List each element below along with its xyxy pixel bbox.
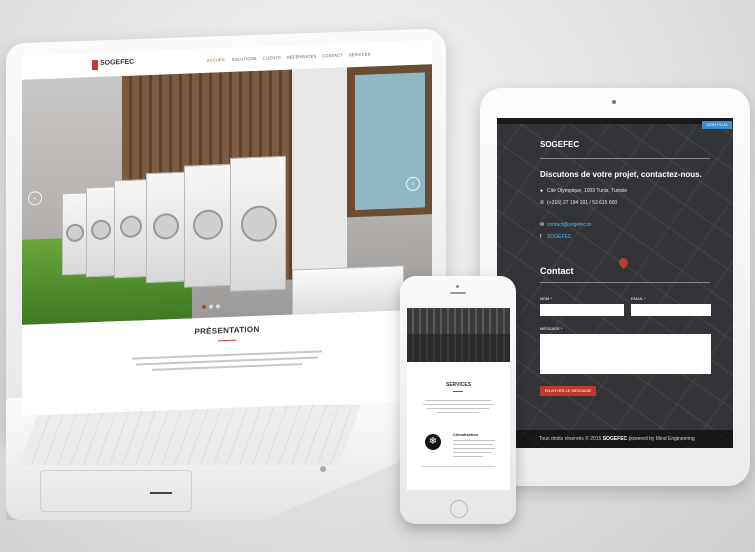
services-text-line [427,408,489,409]
service-text-line [453,456,483,457]
hero-outdoor-unit [292,265,404,317]
services-text-line [437,412,479,413]
contact-facebook[interactable]: f SOGEFEC [540,234,571,240]
tablet-camera [612,100,616,104]
name-label: NOM * [540,296,552,301]
laptop-screen: SOGEFEC ACCUEIL SOLUTIONS CLIENTS RÉFÉRE… [22,40,432,416]
contact-form-divider [540,282,710,283]
logo-mark [92,59,98,71]
presentation-text-line [152,363,302,371]
hero-slider: ‹ › [22,64,432,325]
email-field[interactable] [631,304,711,316]
site-logo[interactable]: SOGEFEC [92,59,134,71]
nav-item-solutions[interactable]: SOLUTIONS [232,56,257,62]
services-title: SERVICES [445,382,472,388]
laptop-port [320,466,326,472]
services-text-line [425,400,491,401]
send-message-button[interactable]: ENVOYER LE MESSAGE [540,386,596,396]
service-text-line [453,444,493,445]
contact-email[interactable]: ✉ contact@sogefec.tn [540,222,591,228]
nav-item-contact[interactable]: CONTACT [322,53,342,59]
phone-screen: SERVICES ❄ Climatisation [407,308,510,490]
hero-ac-unit [184,163,232,288]
message-field[interactable] [540,334,711,374]
contact-map[interactable] [497,118,733,448]
phone-home-button[interactable] [450,500,468,518]
snowflake-sun-icon: ❄ [425,434,441,450]
phone-icon: ✆ [540,200,545,206]
name-field[interactable] [540,304,624,316]
hero-window [347,64,432,218]
hero-ac-unit [146,171,186,284]
contact-address: ● Cité Olympique, 1003 Tunis, Tunisie [540,188,628,194]
footer-brand: SOGEFEC [602,436,628,442]
hero-ac-unit [114,179,148,279]
phone-speaker [450,292,466,294]
service-text-line [453,452,491,453]
service-text-line [453,448,495,449]
tablet-screen: VOIR PLUS SOGEFEC Discutons de votre pro… [497,118,733,448]
service-item-title[interactable]: Climatisation [453,432,478,437]
nav-item-references[interactable]: RÉFÉRENCES [287,54,316,60]
tablet-footer: Tous droits réservés © 2015 SOGEFEC powe… [497,430,733,448]
tablet-statusbar [497,118,733,124]
nav-item-clients[interactable]: CLIENTS [263,55,281,61]
hero-ac-unit [62,192,88,276]
contact-phone: ✆ (+216) 27 194 101 / 53 615 600 [540,200,618,206]
contact-heading: Discutons de votre projet, contactez-nou… [540,170,702,179]
service-divider [421,466,495,467]
facebook-icon: f [540,234,542,240]
map-marker-icon: ● [540,188,544,194]
tablet-brand: SOGEFEC [540,140,580,149]
contact-form-title: Contact [540,266,574,276]
services-underline [453,391,463,392]
laptop-trackpad [40,470,192,512]
footer-copyright: Tous droits réservés © 2015 SOGEFEC powe… [539,436,695,442]
slider-dot[interactable] [209,304,213,309]
phone-hero-overlay [407,334,510,362]
presentation-underline [218,339,236,342]
slider-dots [202,304,220,309]
email-label: EMAIL * [631,296,646,301]
services-text-line [423,404,493,405]
slider-prev-button[interactable]: ‹ [28,191,42,206]
tablet-top-button[interactable]: VOIR PLUS [702,121,732,129]
message-label: MESSAGE * [540,326,563,331]
hero-ac-unit [86,186,116,278]
phone-camera [456,285,459,288]
nav-item-services[interactable]: SERVICES [349,51,371,57]
service-text-line [453,440,495,441]
tablet-brand-divider [540,158,710,159]
slider-dot[interactable] [202,304,206,309]
hero-ac-unit [230,155,286,292]
nav-menu: ACCUEIL SOLUTIONS CLIENTS RÉFÉRENCES CON… [207,51,371,62]
envelope-icon: ✉ [540,222,545,228]
slider-dot[interactable] [216,304,220,309]
laptop-notch [150,492,172,494]
nav-item-accueil[interactable]: ACCUEIL [207,57,226,63]
logo-text: SOGEFEC [100,58,135,67]
